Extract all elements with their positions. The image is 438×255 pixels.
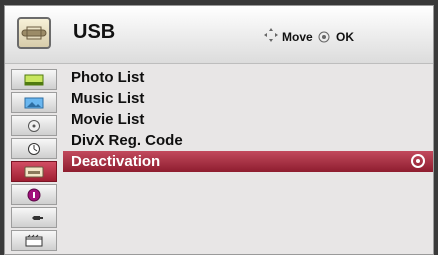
sidebar-item-film[interactable] (11, 230, 57, 251)
ok-hint-icon (318, 30, 330, 43)
menu-item-divx-reg-code[interactable]: DivX Reg. Code (63, 130, 433, 151)
usb-menu-panel: USB Move OK Photo List Music List Movie … (4, 5, 434, 255)
sidebar-item-info[interactable] (11, 184, 57, 205)
usb-menu-list: Photo List Music List Movie List DivX Re… (63, 67, 433, 253)
film-icon (24, 234, 44, 248)
sidebar-item-picture[interactable] (11, 69, 57, 90)
menu-item-label: Music List (71, 90, 145, 107)
selected-indicator-icon (411, 154, 425, 168)
menu-header: USB Move OK (5, 6, 433, 64)
sidebar-item-usb[interactable] (11, 161, 57, 182)
info-icon (24, 188, 44, 202)
sidebar-item-disc[interactable] (11, 115, 57, 136)
page-title: USB (73, 21, 116, 43)
menu-item-music-list[interactable]: Music List (63, 88, 433, 109)
sidebar-item-photo[interactable] (11, 92, 57, 113)
clock-icon (24, 142, 44, 156)
move-hint: Move (282, 30, 313, 44)
menu-item-movie-list[interactable]: Movie List (63, 109, 433, 130)
sidebar-item-plug[interactable] (11, 207, 57, 228)
screen-frame: USB Move OK Photo List Music List Movie … (0, 0, 438, 255)
menu-item-deactivation[interactable]: Deactivation (63, 151, 433, 172)
plug-icon (24, 211, 44, 225)
disc-icon (24, 119, 44, 133)
usb-tool-icon (17, 17, 51, 49)
menu-item-label: DivX Reg. Code (71, 132, 183, 149)
move-hint-icon (263, 27, 279, 43)
sidebar (11, 69, 57, 252)
usb-icon (24, 165, 44, 179)
menu-item-label: Deactivation (71, 153, 161, 170)
menu-item-label: Movie List (71, 111, 145, 128)
menu-item-label: Photo List (71, 69, 145, 86)
menu-item-photo-list[interactable]: Photo List (63, 67, 433, 88)
ok-hint: OK (336, 30, 354, 44)
sidebar-item-clock[interactable] (11, 138, 57, 159)
photo-icon (24, 96, 44, 110)
picture-icon (24, 73, 44, 87)
